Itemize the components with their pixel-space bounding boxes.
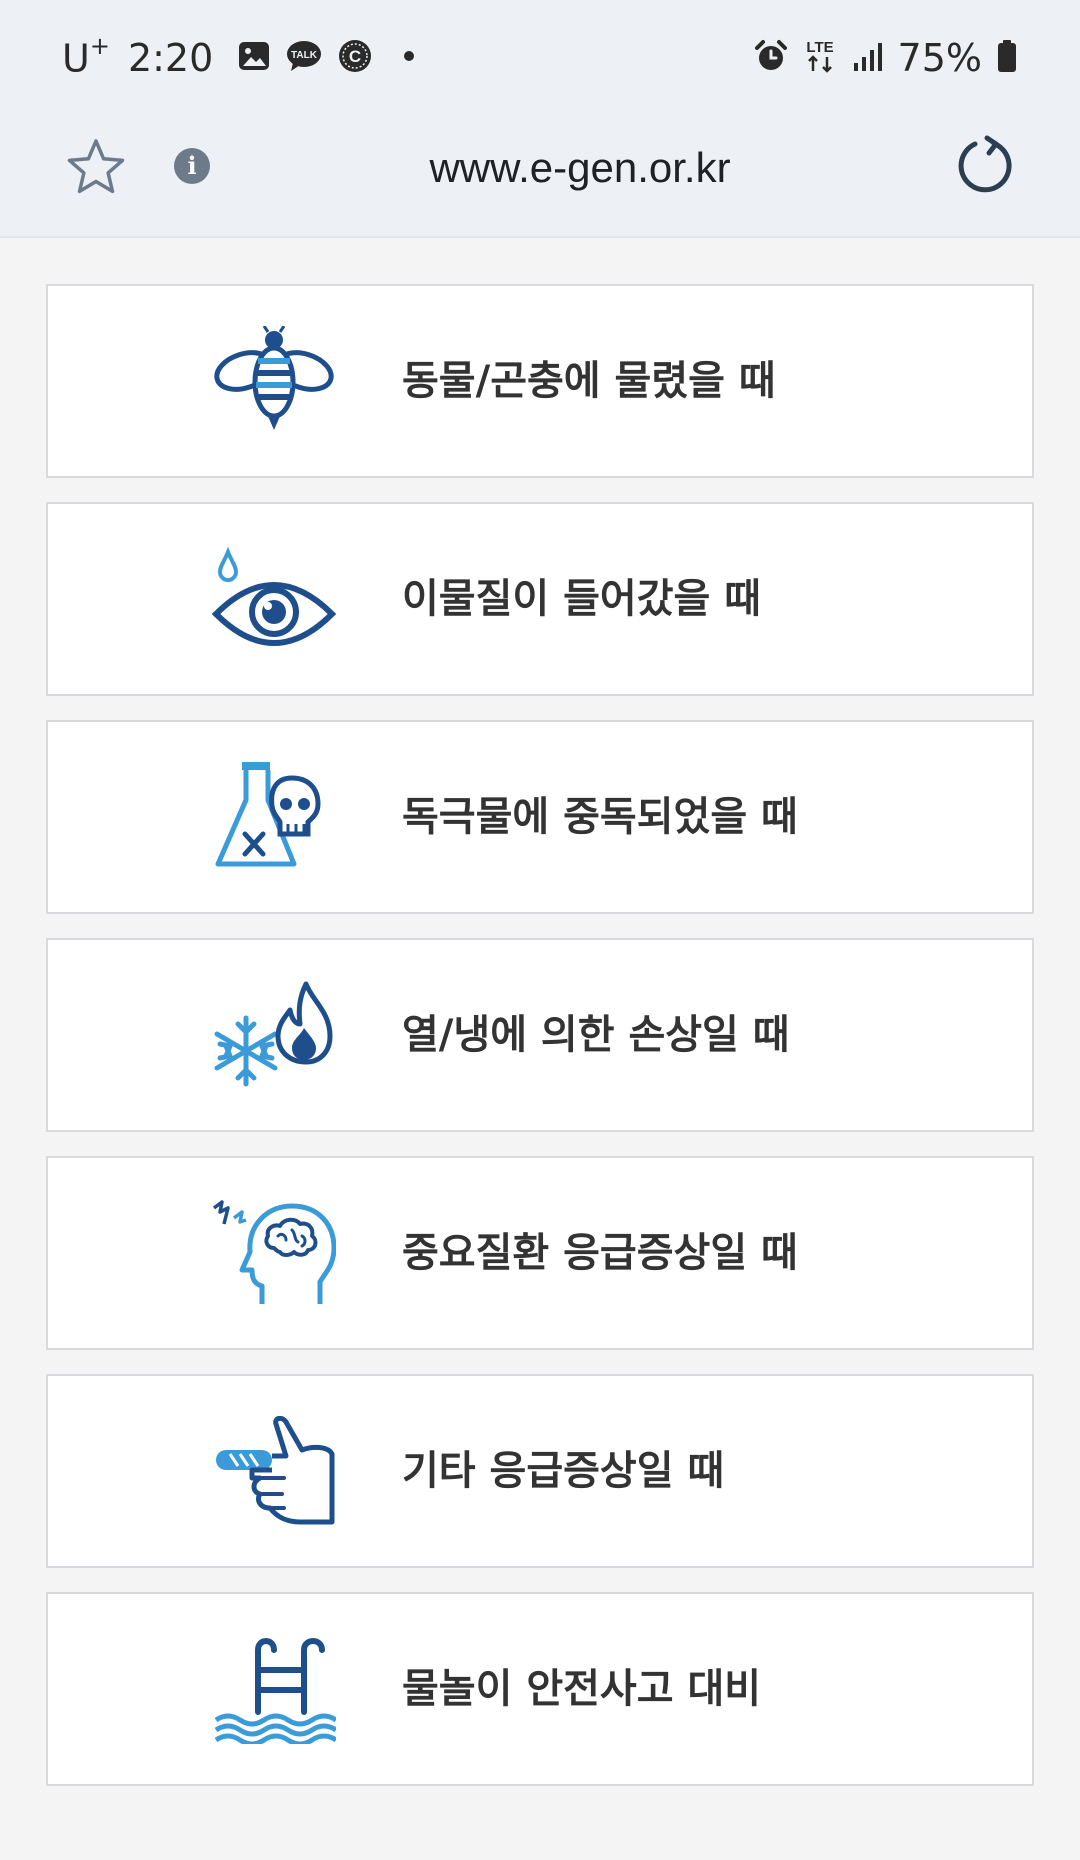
url-text[interactable]: www.e-gen.or.kr [270, 138, 890, 198]
eye-drop-icon [211, 544, 337, 654]
menu-item-major-disease[interactable]: 중요질환 응급증상일 때 [46, 1156, 1034, 1350]
bookmark-star-button[interactable] [64, 136, 128, 200]
bandaged-hand-icon [212, 1415, 336, 1526]
battery-icon [996, 39, 1018, 77]
battery-percent: 75% [897, 36, 982, 80]
star-icon [67, 139, 125, 194]
bee-icon [212, 325, 336, 436]
site-info-icon[interactable]: i [174, 148, 210, 184]
snowflake-fire-icon [212, 980, 336, 1090]
menu-item-label: 이물질이 들어갔을 때 [402, 576, 762, 622]
carrier-label: U+ [62, 31, 110, 81]
kakaotalk-icon: TALK [285, 39, 323, 77]
svg-text:C: C [349, 47, 361, 66]
menu-item-foreign-object[interactable]: 이물질이 들어갔을 때 [46, 502, 1034, 696]
menu-item-poisoning[interactable]: 독극물에 중독되었을 때 [46, 720, 1034, 914]
menu-item-label: 열/냉에 의한 손상일 때 [402, 1012, 790, 1058]
alarm-icon [754, 39, 788, 77]
menu-item-other-emergency[interactable]: 기타 응급증상일 때 [46, 1374, 1034, 1568]
menu-item-label: 독극물에 중독되었을 때 [402, 794, 798, 840]
menu-item-label: 중요질환 응급증상일 때 [402, 1230, 798, 1276]
status-bar: U+ 2:20 TALK C LTE 75% [0, 0, 1080, 110]
menu-item-water-safety[interactable]: 물놀이 안전사고 대비 [46, 1592, 1034, 1786]
status-right: LTE 75% [754, 30, 1018, 86]
address-bar: i www.e-gen.or.kr [0, 110, 1080, 234]
reload-button[interactable] [954, 134, 1018, 198]
status-left: U+ 2:20 TALK C [62, 30, 417, 86]
svg-text:TALK: TALK [291, 50, 318, 61]
menu-item-label: 동물/곤충에 물렸을 때 [402, 358, 776, 404]
menu-item-label: 물놀이 안전사고 대비 [402, 1666, 762, 1712]
clock: 2:20 [127, 36, 214, 80]
pool-ladder-icon [212, 1634, 338, 1747]
c-icon: C [337, 38, 373, 78]
reload-icon [958, 135, 1012, 193]
svg-text:LTE: LTE [806, 39, 833, 56]
emergency-menu-list: 동물/곤충에 물렸을 때 이물질이 들어갔을 때 독극물에 중독되었을 때 열/… [46, 284, 1034, 1810]
menu-item-animal-insect-bite[interactable]: 동물/곤충에 물렸을 때 [46, 284, 1034, 478]
poison-flask-icon [212, 762, 336, 872]
lte-icon: LTE [802, 37, 838, 79]
dot-icon [387, 39, 417, 77]
signal-icon [852, 39, 884, 77]
menu-item-heat-cold-injury[interactable]: 열/냉에 의한 손상일 때 [46, 938, 1034, 1132]
top-chrome: U+ 2:20 TALK C LTE 75% i www.e-gen.or.kr [0, 0, 1080, 238]
brain-head-icon [212, 1198, 337, 1308]
menu-item-label: 기타 응급증상일 때 [402, 1448, 725, 1494]
gallery-icon [237, 39, 271, 77]
